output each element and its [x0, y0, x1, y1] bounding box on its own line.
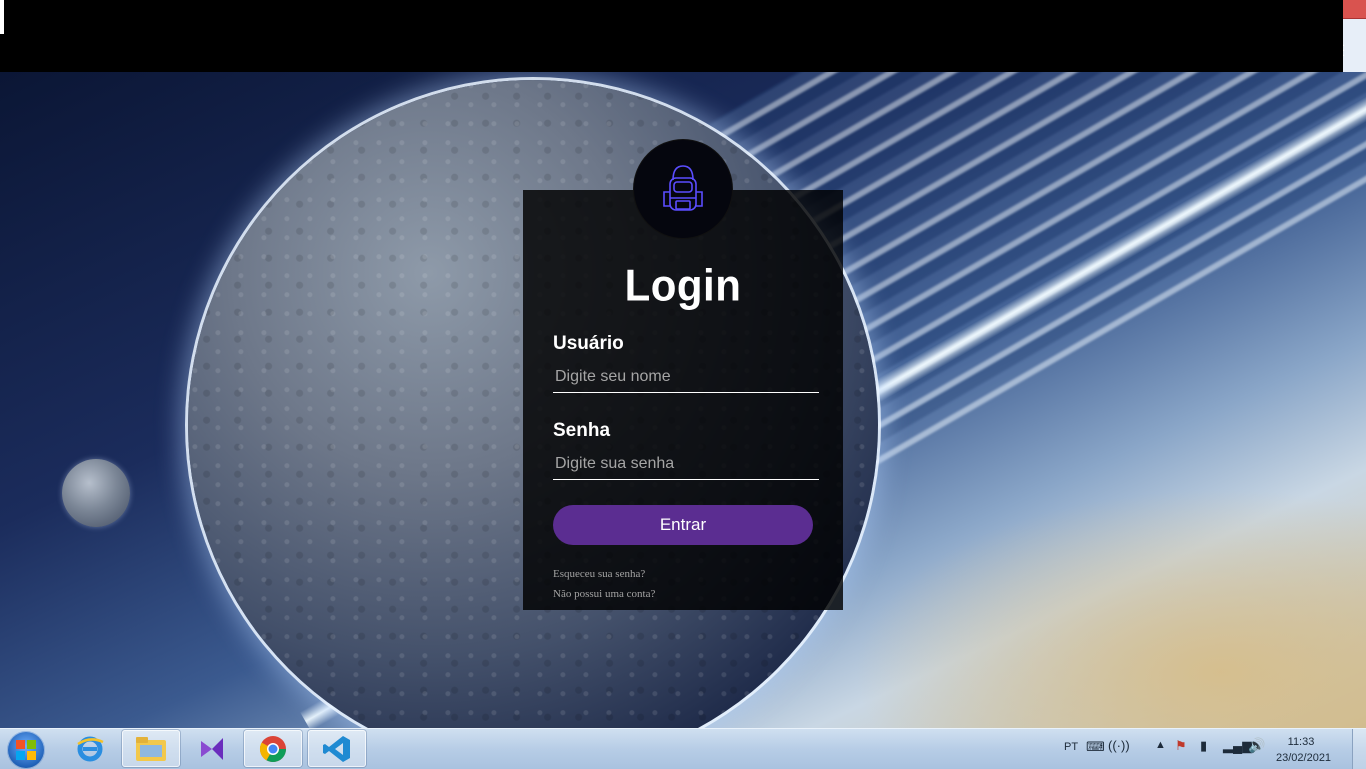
language-indicator[interactable]: PT [1064, 741, 1078, 753]
system-clock[interactable]: 11:33 23/02/2021 [1276, 734, 1332, 766]
close-window-button[interactable] [1343, 0, 1366, 19]
clock-time: 11:33 [1287, 736, 1315, 748]
wireless-icon[interactable]: ((·)) [1108, 738, 1130, 753]
keyboard-icon[interactable]: ⌨ [1086, 739, 1105, 755]
chrome-icon[interactable] [244, 730, 302, 767]
browser-top-bar [0, 0, 1343, 72]
file-explorer-icon[interactable] [122, 730, 180, 767]
signup-link[interactable]: Não possui uma conta? [553, 588, 655, 600]
avatar [634, 140, 732, 238]
menu-dots-icon[interactable]: · · · [1342, 42, 1345, 62]
show-desktop-button[interactable] [1352, 729, 1366, 769]
show-hidden-icons-icon[interactable]: ▲ [1155, 739, 1166, 751]
page-title: Login [624, 260, 742, 311]
password-input[interactable] [553, 449, 819, 480]
start-button[interactable] [7, 731, 45, 769]
power-plug-icon[interactable]: ▮ [1200, 738, 1207, 754]
volume-icon[interactable]: 🔊 [1248, 737, 1265, 754]
login-button[interactable]: Entrar [553, 505, 813, 545]
password-label: Senha [553, 420, 611, 441]
username-label: Usuário [553, 333, 624, 354]
login-card [523, 190, 843, 610]
windows-logo-icon [16, 740, 36, 760]
moon-image [62, 459, 130, 527]
taskbar: PT ⌨ ((·)) ▲ ⚑ ▮ ▂▄▆ 🔊 11:33 23/02/2021 [0, 728, 1366, 769]
clock-date: 23/02/2021 [1276, 752, 1332, 764]
visual-studio-icon[interactable] [182, 730, 240, 767]
vscode-icon[interactable] [308, 730, 366, 767]
forgot-password-link[interactable]: Esqueceu sua senha? [553, 568, 645, 580]
username-input[interactable] [553, 362, 819, 393]
internet-explorer-icon[interactable] [61, 730, 119, 767]
astronaut-backpack-icon [663, 165, 703, 211]
window-edge [0, 0, 4, 34]
action-center-flag-icon[interactable]: ⚑ [1175, 738, 1187, 754]
